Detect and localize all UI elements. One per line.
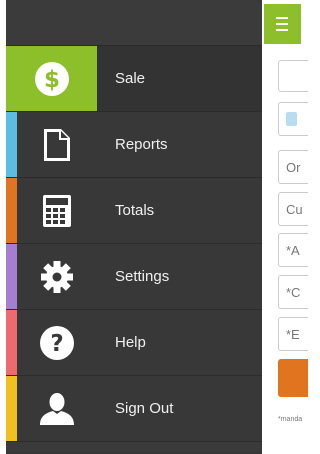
mandatory-note: *manda: [278, 416, 303, 423]
chip-icon: [286, 112, 297, 126]
submit-button[interactable]: [278, 359, 308, 397]
menu-stripe: [6, 376, 17, 441]
menu-item-label: Sign Out: [115, 400, 174, 417]
card-field[interactable]: *C: [278, 275, 308, 309]
email-field[interactable]: *E: [278, 317, 308, 351]
amount-field-placeholder: *A: [286, 242, 300, 258]
menu-item-label: Help: [115, 334, 146, 351]
menu-item-totals[interactable]: Totals: [6, 178, 262, 244]
menu-item-label: Reports: [115, 136, 168, 153]
question-icon: ?: [17, 310, 97, 375]
menu-item-settings[interactable]: Settings: [6, 244, 262, 310]
gear-icon: [17, 244, 97, 309]
calculator-icon: [17, 178, 97, 243]
menu-item-label: Settings: [115, 268, 170, 285]
menu-toggle-button[interactable]: [264, 4, 301, 44]
order-field-placeholder: Or: [286, 159, 301, 175]
menu-item-label: Totals: [115, 202, 155, 219]
menu-item-reports[interactable]: Reports: [6, 112, 262, 178]
form-field-selector[interactable]: [278, 102, 308, 136]
amount-field[interactable]: *A: [278, 233, 308, 267]
menu-stripe: [6, 112, 17, 177]
hamburger-icon: [276, 15, 288, 33]
menu-stripe: [6, 178, 17, 243]
customer-field-placeholder: Cu: [286, 201, 303, 217]
menu-stripe: [6, 244, 17, 309]
customer-field[interactable]: Cu: [278, 192, 308, 226]
card-field-placeholder: *C: [286, 284, 301, 300]
document-icon: [17, 112, 97, 177]
user-icon: [17, 376, 97, 441]
drawer-footer: [6, 442, 262, 452]
menu-item-sign-out[interactable]: Sign Out: [6, 376, 262, 442]
menu-item-sale[interactable]: $ Sale: [6, 46, 262, 112]
menu-item-help[interactable]: ? Help: [6, 310, 262, 376]
order-field[interactable]: Or: [278, 150, 308, 184]
svg-text:$: $: [43, 67, 59, 93]
menu-item-label: Sale: [115, 70, 146, 87]
email-field-placeholder: *E: [286, 326, 300, 342]
top-bar: [262, 0, 301, 46]
drawer-header: [6, 0, 262, 46]
form-field-top[interactable]: [278, 60, 308, 92]
main-content: Or Cu *A *C *E *manda: [261, 0, 308, 454]
svg-text:?: ?: [50, 331, 63, 357]
menu-stripe: [6, 310, 17, 375]
dollar-icon: $: [6, 46, 97, 111]
navigation-drawer: $ Sale Reports Totals Settings ? Help Si…: [6, 0, 262, 454]
